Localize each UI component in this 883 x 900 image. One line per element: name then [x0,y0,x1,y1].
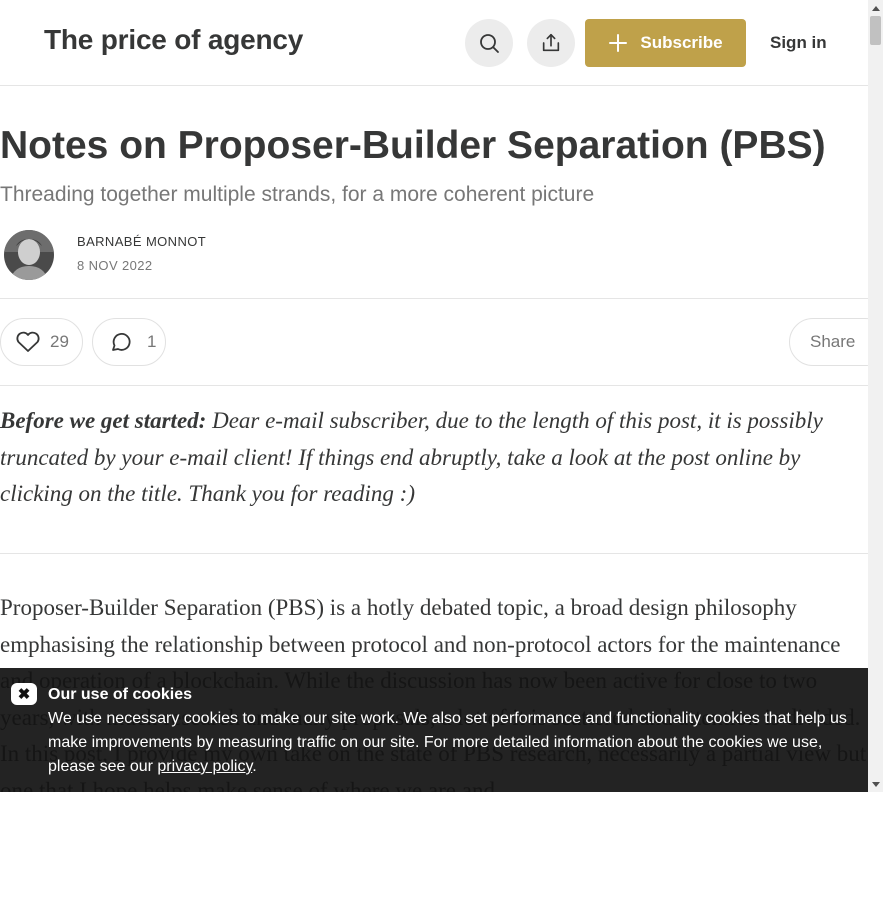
divider [0,553,868,554]
search-icon [480,34,499,53]
share-publication-button[interactable] [527,19,575,67]
top-navbar: The price of agency Subscribe Sign in [0,0,868,86]
post-title[interactable]: Notes on Proposer-Builder Separation (PB… [0,124,826,168]
post-subtitle: Threading together multiple strands, for… [0,183,595,206]
share-label: Share [810,332,856,351]
sign-in-link[interactable]: Sign in [770,33,827,53]
search-button[interactable] [465,19,513,67]
cookie-banner-title: Our use of cookies [48,686,193,703]
scroll-up-arrow-icon[interactable] [868,1,883,15]
subscribe-label: Subscribe [640,33,723,52]
cookie-text-end: . [252,758,257,775]
scroll-down-arrow-icon[interactable] [868,778,883,792]
comment-button[interactable]: 1 [92,318,166,366]
close-icon[interactable]: ✖ [11,683,37,705]
heart-icon [16,331,40,352]
divider [0,298,868,299]
author-avatar[interactable] [4,230,54,280]
intro-note: Before we get started: Dear e-mail subsc… [0,403,840,513]
subscribe-button[interactable]: Subscribe [585,19,746,67]
comment-count: 1 [147,332,157,351]
comment-bubble-icon [112,332,131,351]
divider [0,385,868,386]
page-viewport: The price of agency Subscribe Sign in No… [0,0,868,792]
publication-title[interactable]: The price of agency [44,24,303,56]
intro-note-lead: Before we get started: [0,408,207,433]
plus-icon [609,34,628,52]
author-name[interactable]: BARNABÉ MONNOT [77,234,206,249]
scrollbar-thumb[interactable] [870,16,881,45]
share-button[interactable]: Share [789,318,868,366]
like-count: 29 [50,332,69,351]
vertical-scrollbar[interactable] [868,0,883,792]
share-upload-icon [542,33,560,52]
privacy-policy-link[interactable]: privacy policy [157,758,252,775]
like-button[interactable]: 29 [0,318,83,366]
cookie-banner-text: We use necessary cookies to make our sit… [48,707,858,779]
post-date: 8 NOV 2022 [77,258,153,273]
